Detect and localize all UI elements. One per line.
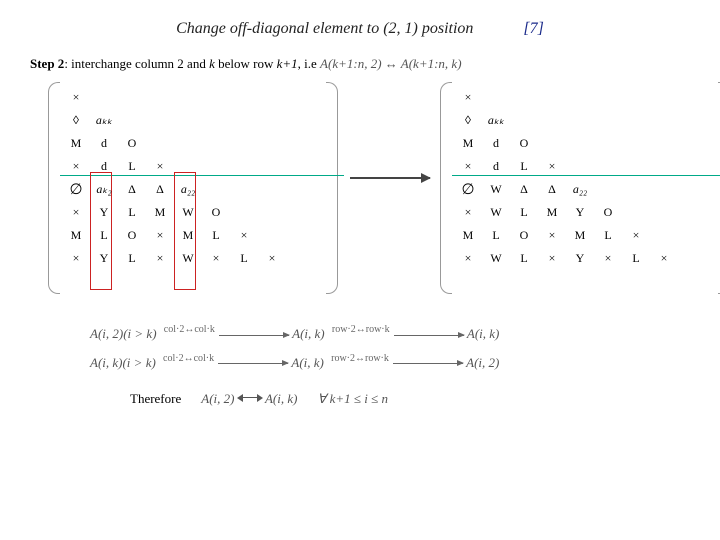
- page-title: Change off-diagonal element to (2, 1) po…: [176, 20, 473, 38]
- double-arrow-icon: [238, 393, 262, 403]
- step-description: Step 2: interchange column 2 and k below…: [30, 56, 690, 72]
- page-number-marker: [7]: [523, 20, 543, 38]
- condition-text: ∀ k+1 ≤ i ≤ n: [317, 391, 388, 407]
- transform-arrow-icon: [350, 177, 430, 179]
- equation-line-2: A(i, k)(i > k) col·2↔col·k A(i, k) row·2…: [90, 349, 690, 378]
- therefore-label: Therefore: [130, 391, 181, 407]
- step-expression: A(k+1:n, 2) ↔ A(k+1:n, k): [320, 56, 461, 71]
- arrow-icon: [393, 363, 463, 364]
- therefore-statement: Therefore A(i, 2) A(i, k) ∀ k+1 ≤ i ≤ n: [30, 391, 690, 407]
- equation-block: A(i, 2)(i > k) col·2↔col·k A(i, k) row·2…: [30, 320, 690, 377]
- arrow-icon: [394, 335, 464, 336]
- arrow-icon: [218, 363, 288, 364]
- matrix-diagram: × ◊aₖₖ MdO ×dL× ∅aₖ₂ΔΔa₂₂ ×YLMWO MLO×ML×…: [30, 82, 690, 312]
- arrow-icon: [219, 335, 289, 336]
- equation-line-1: A(i, 2)(i > k) col·2↔col·k A(i, k) row·2…: [90, 320, 690, 349]
- step-label: Step 2: [30, 56, 64, 71]
